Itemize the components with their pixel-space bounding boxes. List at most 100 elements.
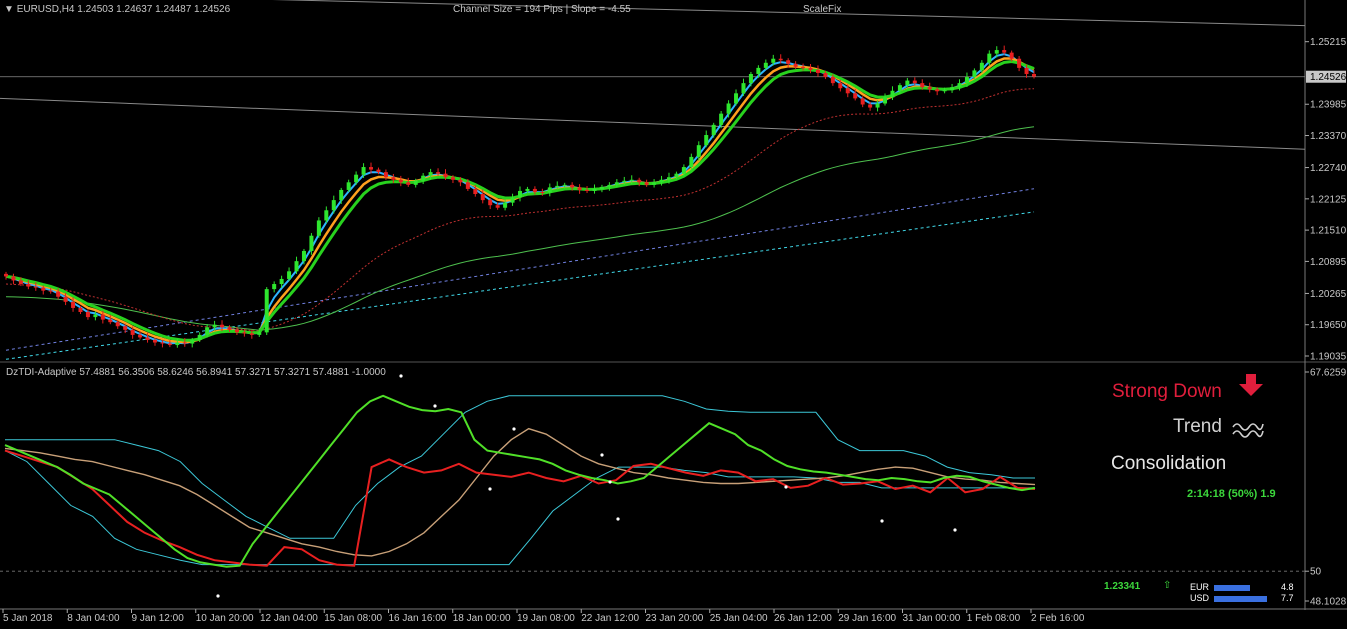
candle-body bbox=[495, 205, 500, 208]
candle-body bbox=[525, 188, 530, 191]
candle-body bbox=[234, 329, 239, 333]
candle-body bbox=[421, 175, 426, 181]
candle-body bbox=[450, 177, 455, 180]
candle-body bbox=[905, 80, 910, 86]
indicator-axis: 67.6259 50 48.1028 bbox=[1305, 368, 1347, 608]
level-readout: 1.23341 bbox=[1104, 581, 1141, 592]
candle-body bbox=[577, 187, 582, 190]
candle-body bbox=[555, 185, 560, 188]
collapse-triangle-icon[interactable]: ▼ bbox=[4, 4, 14, 15]
price-tick-label: 1.22125 bbox=[1310, 194, 1347, 205]
candle-body bbox=[301, 250, 306, 262]
candle-body bbox=[316, 220, 321, 236]
candle-body bbox=[540, 191, 545, 193]
candle-body bbox=[912, 80, 917, 84]
time-tick-label: 16 Jan 16:00 bbox=[389, 613, 447, 624]
candle-body bbox=[927, 87, 932, 90]
candle-body bbox=[622, 180, 627, 183]
trend-line-blue bbox=[5, 188, 1035, 351]
candle-body bbox=[376, 169, 381, 173]
candle-body bbox=[734, 93, 739, 104]
candle-body bbox=[942, 90, 947, 92]
candle-body bbox=[883, 97, 888, 104]
signal-dot bbox=[953, 528, 957, 532]
candle-body bbox=[696, 145, 701, 157]
trading-chart[interactable]: 1.25215 1.24526 1.23985 1.23370 1.22740 1.221… bbox=[0, 0, 1347, 629]
candle-body bbox=[339, 189, 344, 201]
arrow-down-icon bbox=[1239, 374, 1263, 396]
candle-body bbox=[279, 278, 284, 285]
price-tick-label: 1.24526 bbox=[1310, 72, 1347, 83]
candle-body bbox=[674, 173, 679, 178]
signal-dot bbox=[433, 404, 437, 408]
time-tick-label: 23 Jan 20:00 bbox=[646, 613, 704, 624]
currency-eur-value: 4.8 bbox=[1281, 582, 1294, 592]
candle-body bbox=[726, 103, 731, 114]
candle-body bbox=[473, 188, 478, 195]
price-tick-label: 1.21510 bbox=[1310, 226, 1347, 237]
candle-body bbox=[294, 261, 299, 272]
candle-body bbox=[443, 173, 448, 178]
candle-body bbox=[108, 319, 113, 323]
time-tick-label: 9 Jan 12:00 bbox=[132, 613, 185, 624]
signal-dot bbox=[488, 487, 492, 491]
candle-body bbox=[346, 182, 351, 190]
candle-body bbox=[152, 339, 157, 343]
indicator-rsi-line bbox=[4, 394, 1036, 568]
signal-dot bbox=[608, 480, 612, 484]
candle-body bbox=[1017, 58, 1022, 68]
candle-body bbox=[145, 337, 150, 340]
candle-body bbox=[190, 339, 195, 344]
candle-body bbox=[681, 167, 686, 174]
indicator-upper-band bbox=[5, 395, 1035, 539]
candle-body bbox=[197, 334, 202, 340]
candle-body bbox=[63, 296, 68, 302]
candle-body bbox=[637, 179, 642, 183]
currency-usd-bar bbox=[1214, 596, 1267, 602]
channel-lower-line bbox=[0, 97, 1306, 150]
candle-body bbox=[741, 83, 746, 94]
candle-body bbox=[465, 182, 470, 189]
candle-body bbox=[324, 210, 329, 221]
candle-body bbox=[309, 235, 314, 251]
time-tick-label: 25 Jan 04:00 bbox=[710, 613, 768, 624]
candle-body bbox=[614, 182, 619, 185]
candle-body bbox=[964, 77, 969, 84]
indicator-tick-label: 67.6259 bbox=[1310, 368, 1347, 379]
candle-body bbox=[257, 332, 262, 335]
candle-body bbox=[994, 50, 999, 54]
candle-body bbox=[518, 190, 522, 198]
candle-body bbox=[935, 89, 940, 92]
currency-usd-label: USD bbox=[1190, 593, 1210, 603]
candle-body bbox=[562, 184, 567, 186]
candle-body bbox=[242, 332, 247, 334]
candle-body bbox=[18, 280, 23, 285]
candle-body bbox=[85, 312, 90, 318]
time-tick-label: 15 Jan 08:00 bbox=[324, 613, 382, 624]
signal-dot bbox=[512, 427, 516, 431]
candle-body bbox=[11, 276, 16, 281]
candle-body bbox=[629, 179, 634, 181]
price-tick-label: 1.20895 bbox=[1310, 257, 1347, 268]
candle-body bbox=[897, 85, 902, 91]
currency-eur-bar bbox=[1214, 585, 1250, 591]
candle-body bbox=[138, 334, 143, 338]
candle-body bbox=[950, 87, 955, 91]
time-tick-label: 18 Jan 00:00 bbox=[453, 613, 511, 624]
grid-layer bbox=[0, 0, 1347, 610]
candle-body bbox=[354, 174, 359, 183]
indicator-title: DzTDI-Adaptive 57.4881 56.3506 58.6246 5… bbox=[6, 367, 386, 378]
price-tick-label: 1.19035 bbox=[1310, 352, 1347, 363]
candle-body bbox=[719, 113, 724, 125]
candle-body bbox=[920, 83, 925, 88]
candle-body bbox=[659, 179, 664, 183]
consolidation-label: Consolidation bbox=[1111, 453, 1227, 474]
candle-body bbox=[666, 177, 671, 180]
candle-body bbox=[123, 326, 128, 330]
candle-body bbox=[48, 290, 53, 292]
candle-body bbox=[585, 189, 590, 191]
candle-body bbox=[100, 314, 105, 320]
signal-dot bbox=[399, 374, 403, 378]
candle-body bbox=[480, 194, 485, 201]
candle-body bbox=[853, 93, 858, 99]
